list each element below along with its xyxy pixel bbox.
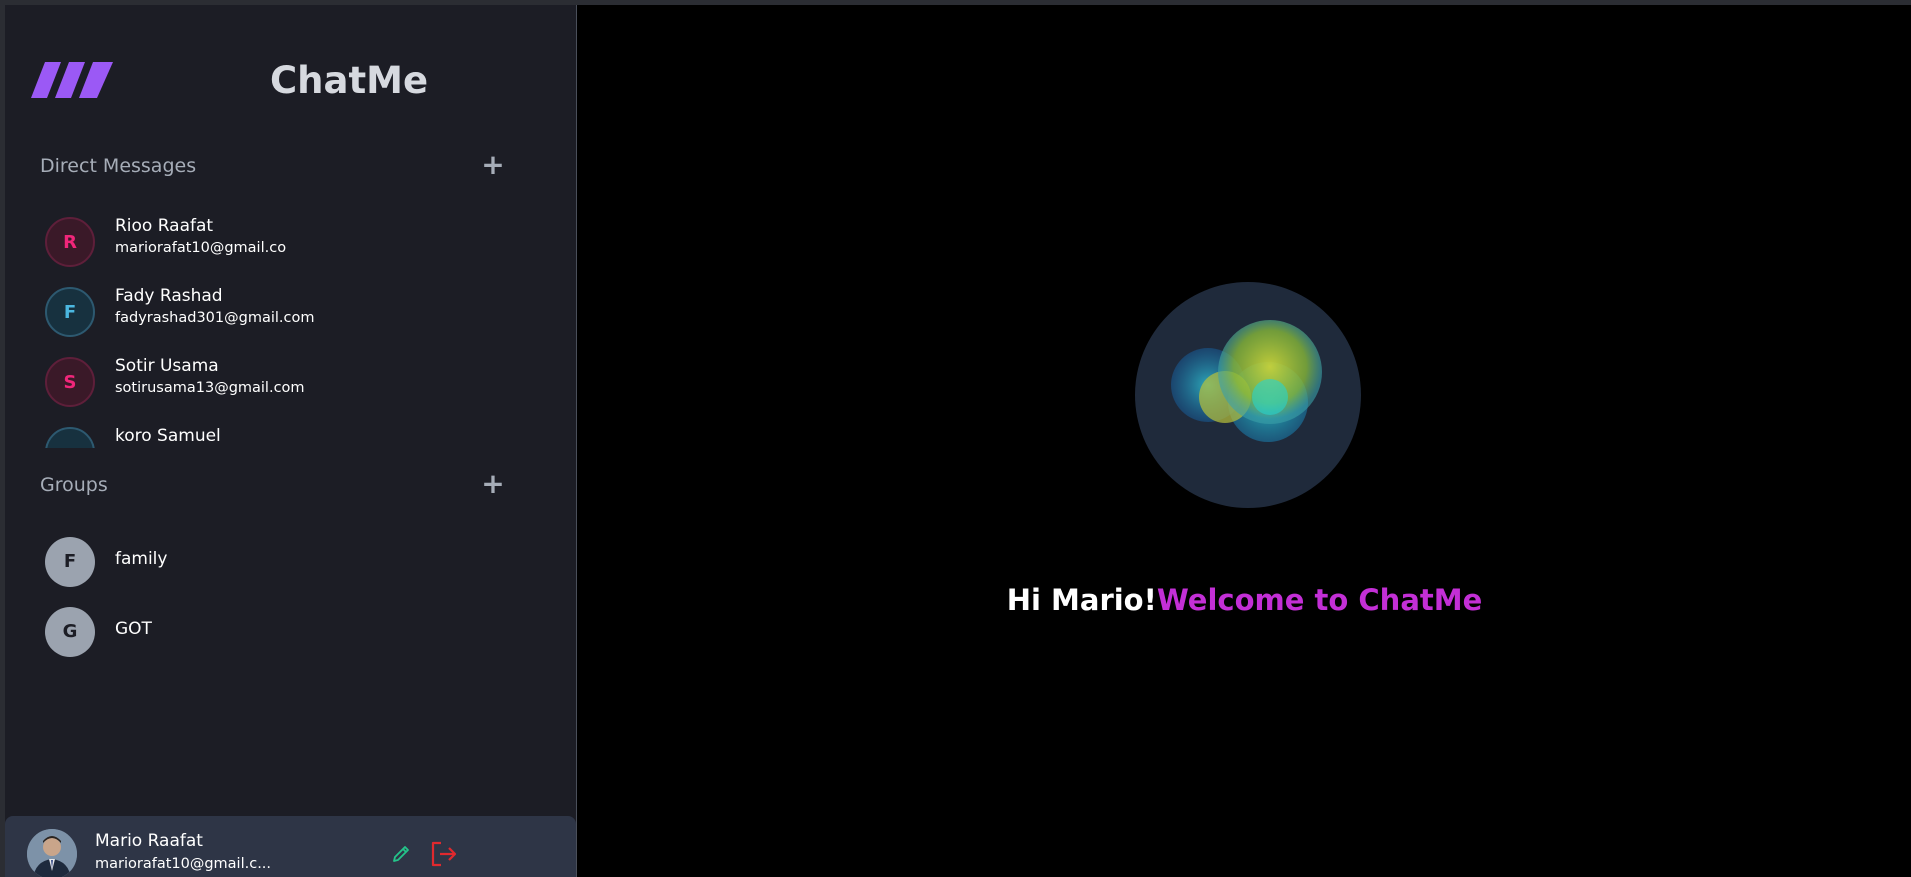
welcome-greeting: Hi Mario!: [1006, 583, 1157, 617]
contact-name: koro Samuel: [115, 426, 221, 446]
group-item-got[interactable]: G GOT: [5, 602, 576, 664]
add-group-button[interactable]: +: [479, 470, 507, 498]
welcome-text: Welcome to ChatMe: [1156, 583, 1483, 617]
profile-name: Mario Raafat: [95, 831, 203, 851]
dm-item-fady-rashad[interactable]: F Fady Rashad fadyrashad301@gmail.com: [5, 282, 576, 344]
contact-email: sotirusama13@gmail.com: [115, 380, 305, 396]
avatar: G: [45, 607, 95, 657]
logout-icon[interactable]: [429, 840, 459, 868]
pencil-icon[interactable]: [390, 843, 412, 865]
direct-messages-list[interactable]: R Rioo Raafat mariorafat10@gmail.co F Fa…: [5, 212, 576, 448]
avatar: F: [45, 537, 95, 587]
groups-title: Groups: [40, 474, 108, 496]
avatar: F: [45, 287, 95, 337]
avatar: R: [45, 217, 95, 267]
dm-item-sotir-usama[interactable]: S Sotir Usama sotirusama13@gmail.com: [5, 352, 576, 414]
contact-email: mariorafat10@gmail.co: [115, 240, 287, 256]
group-name: family: [115, 549, 168, 569]
contact-name: Sotir Usama: [115, 356, 219, 376]
group-item-family[interactable]: F family: [5, 532, 576, 594]
add-direct-message-button[interactable]: +: [479, 151, 507, 179]
profile-email: mariorafat10@gmail.c...: [95, 856, 272, 872]
group-name: GOT: [115, 619, 152, 639]
welcome-message: Hi Mario!Welcome to ChatMe: [578, 583, 1911, 617]
contact-name: Fady Rashad: [115, 286, 223, 306]
logo-icon: [31, 62, 113, 98]
plus-icon: +: [481, 148, 505, 181]
main-panel: Hi Mario!Welcome to ChatMe: [578, 5, 1911, 877]
dm-item-koro-samuel[interactable]: koro Samuel: [5, 422, 576, 448]
dm-item-rioo-raafat[interactable]: R Rioo Raafat mariorafat10@gmail.co: [5, 212, 576, 274]
sidebar: ChatMe Direct Messages + R Rioo Raafat m…: [5, 5, 577, 877]
welcome-orb-animation: [1135, 282, 1361, 508]
plus-icon: +: [481, 467, 505, 500]
avatar: [45, 427, 95, 448]
avatar[interactable]: [27, 829, 77, 877]
contact-email: fadyrashad301@gmail.com: [115, 310, 315, 326]
contact-name: Rioo Raafat: [115, 216, 214, 236]
direct-messages-title: Direct Messages: [40, 155, 197, 177]
app-title: ChatMe: [270, 59, 429, 102]
avatar: S: [45, 357, 95, 407]
profile-bar: Mario Raafat mariorafat10@gmail.c...: [5, 816, 576, 877]
